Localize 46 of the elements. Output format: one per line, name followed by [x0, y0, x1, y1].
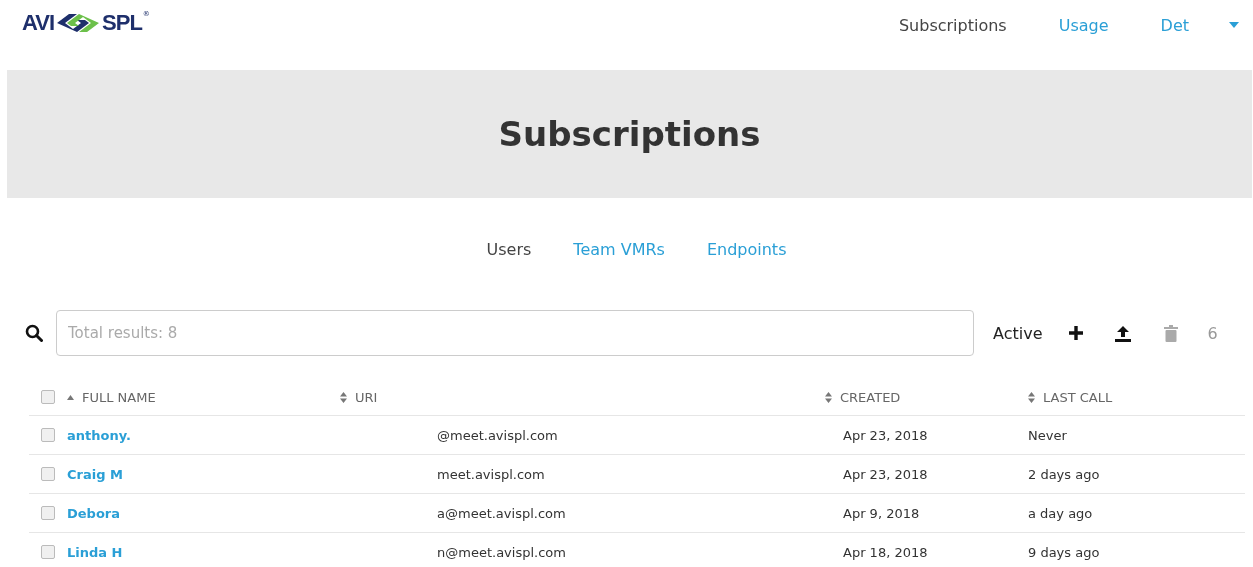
- add-icon[interactable]: [1067, 325, 1084, 341]
- user-name-link[interactable]: Craig M: [67, 466, 123, 482]
- user-name-link[interactable]: Linda H: [67, 544, 123, 560]
- sort-icon[interactable]: [825, 391, 832, 403]
- row-checkbox[interactable]: [41, 467, 55, 481]
- tab[interactable]: Users: [486, 240, 532, 259]
- row-checkbox[interactable]: [41, 506, 55, 520]
- tab[interactable]: Endpoints: [706, 240, 787, 259]
- sort-icon[interactable]: [1028, 391, 1035, 403]
- nav-link[interactable]: Subscriptions: [898, 16, 1007, 35]
- nav-link[interactable]: Det: [1160, 16, 1189, 35]
- search-icon: [25, 324, 43, 342]
- table-cell-text: Apr 9, 2018: [842, 505, 921, 521]
- table-cell-text: Apr 23, 2018: [842, 427, 929, 443]
- logo-text: SPL: [102, 10, 142, 36]
- page-title: Subscriptions: [498, 114, 761, 154]
- tab[interactable]: Team VMRs: [573, 240, 665, 259]
- table-cell-text: Never: [1028, 427, 1068, 443]
- trash-icon[interactable]: [1163, 324, 1178, 342]
- table-cell-text: 9 days ago: [1028, 544, 1101, 560]
- table-cell-text: n@meet.avispl.com: [436, 544, 567, 560]
- status-filter[interactable]: Active: [993, 323, 1043, 343]
- user-name-link[interactable]: anthony.: [67, 427, 131, 443]
- upload-icon[interactable]: [1113, 324, 1132, 342]
- select-all-checkbox[interactable]: [41, 390, 55, 404]
- sort-icon[interactable]: [340, 391, 347, 403]
- row-checkbox[interactable]: [41, 428, 55, 442]
- row-checkbox[interactable]: [41, 545, 55, 559]
- search-field[interactable]: Total results: 8: [56, 310, 974, 356]
- sort-ascending-icon[interactable]: [67, 394, 74, 400]
- logo-text: AVI: [22, 10, 55, 36]
- table-cell-text: a day ago: [1028, 505, 1094, 521]
- column-header[interactable]: CREATED: [840, 389, 901, 405]
- column-header[interactable]: FULL NAME: [82, 389, 156, 405]
- table-cell-text: @meet.avispl.com: [436, 427, 559, 443]
- table-cell-text: meet.avispl.com: [436, 466, 546, 482]
- user-name-link[interactable]: Debora: [67, 505, 121, 521]
- column-header[interactable]: LAST CALL: [1043, 389, 1113, 405]
- table-cell-text: 2 days ago: [1028, 466, 1101, 482]
- table-cell-text: Apr 18, 2018: [842, 544, 929, 560]
- nav-link[interactable]: Usage: [1058, 16, 1109, 35]
- table-cell-text: a@meet.avispl.com: [436, 505, 567, 521]
- table-cell-text: Apr 23, 2018: [842, 466, 929, 482]
- caret-icon[interactable]: [1229, 22, 1239, 28]
- result-count: 6: [1207, 323, 1218, 343]
- column-header[interactable]: URI: [355, 389, 378, 405]
